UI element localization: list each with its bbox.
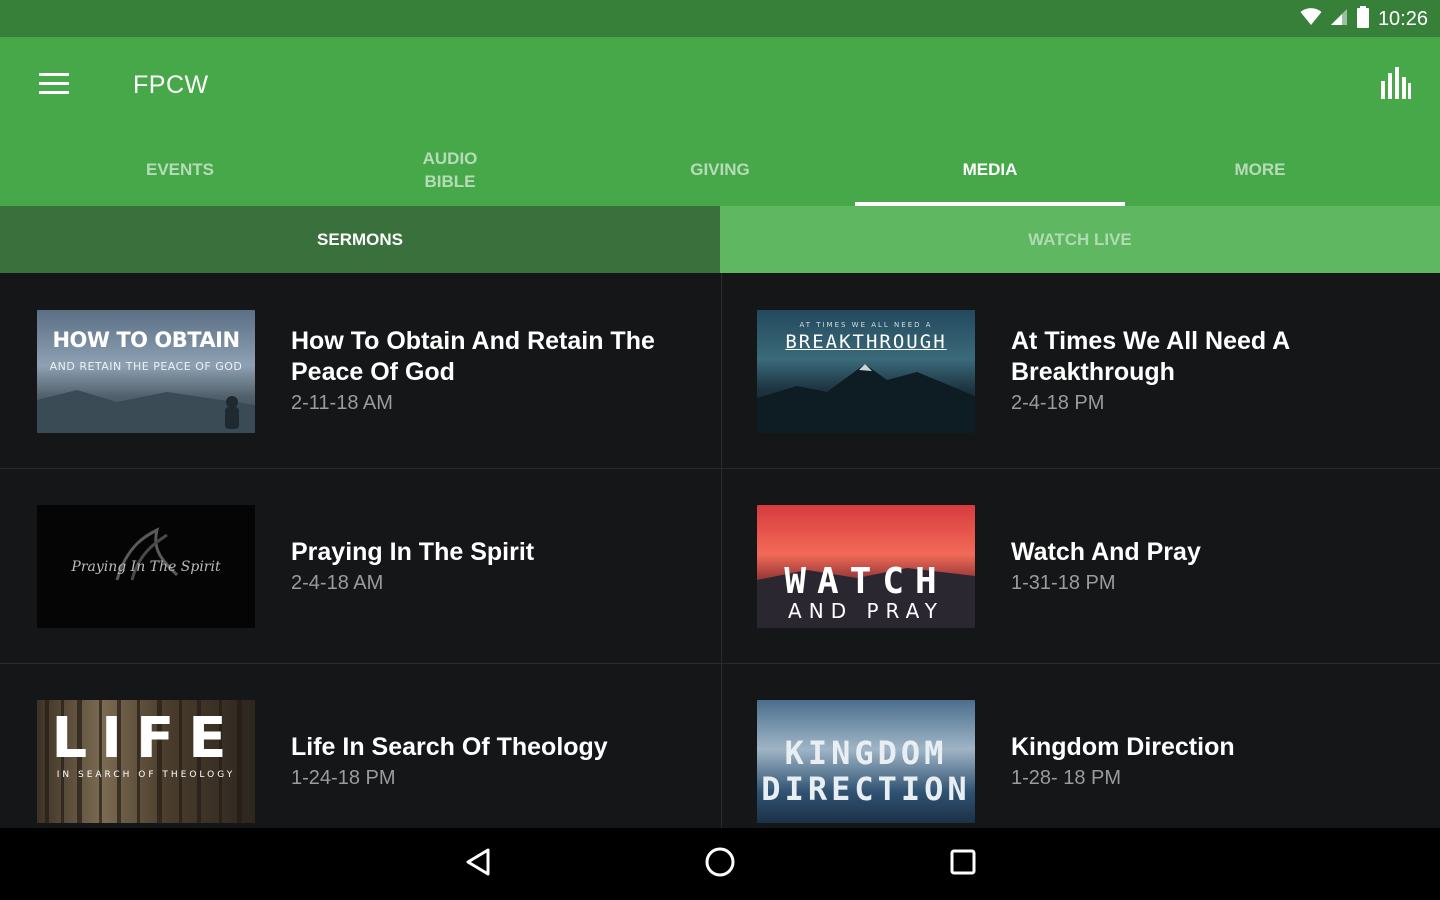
tab-events[interactable]: EVENTS <box>45 133 315 206</box>
subtab-sermons[interactable]: SERMONS <box>0 206 720 273</box>
thumbnail-subtitle: AND PRAY <box>788 599 944 623</box>
recents-button[interactable] <box>933 840 993 888</box>
thumbnail-title: WATCH <box>784 561 948 602</box>
sermon-grid: HOW TO OBTAIN AND RETAIN THE PEACE OF GO… <box>0 273 1440 828</box>
app-title: FPCW <box>133 71 209 99</box>
thumbnail-subtitle: IN SEARCH OF THEOLOGY <box>56 770 236 780</box>
signal-icon <box>1330 8 1348 31</box>
home-button[interactable] <box>690 840 750 888</box>
sermon-date: 2-4-18 AM <box>291 571 384 594</box>
sermon-title: Kingdom Direction <box>1011 732 1235 761</box>
sermon-title: Praying In The Spirit <box>291 537 535 566</box>
status-time: 10:26 <box>1377 7 1428 30</box>
system-nav-bar <box>0 828 1440 900</box>
thumbnail-title: HOW TO OBTAIN <box>52 328 240 352</box>
sermon-date: 1-28- 18 PM <box>1011 766 1122 789</box>
sermon-thumbnail: LIFE IN SEARCH OF THEOLOGY <box>37 700 255 823</box>
sermon-info: How To Obtain And Retain The Peace Of Go… <box>291 273 700 468</box>
sub-tabs: SERMONS WATCH LIVE <box>0 206 1440 273</box>
sermon-card[interactable]: AT TIMES WE ALL NEED A BREAKTHROUGH At T… <box>720 273 1440 468</box>
back-icon <box>464 847 492 882</box>
thumbnail-title: Praying In The Spirit <box>71 559 221 575</box>
sermon-date: 1-31-18 PM <box>1011 571 1116 594</box>
sermon-thumbnail: WATCH AND PRAY <box>757 505 975 628</box>
thumbnail-subtitle: AT TIMES WE ALL NEED A <box>799 321 933 329</box>
app-bar: FPCW <box>0 37 1440 133</box>
bar-chart-icon <box>1381 66 1411 104</box>
wifi-icon <box>1300 7 1322 31</box>
tab-media[interactable]: MEDIA <box>855 133 1125 206</box>
sermon-info: Kingdom Direction 1-28- 18 PM <box>1011 663 1420 828</box>
sermon-date: 1-24-18 PM <box>291 766 396 789</box>
thumbnail-title: BREAKTHROUGH <box>785 331 947 353</box>
sermon-info: Life In Search Of Theology 1-24-18 PM <box>291 663 700 828</box>
battery-icon <box>1356 5 1370 33</box>
status-icons: 10:26 <box>1300 5 1428 33</box>
sermon-card[interactable]: WATCH AND PRAY Watch And Pray 1-31-18 PM <box>720 468 1440 663</box>
recents-icon <box>949 848 977 881</box>
thumbnail-subtitle: DIRECTION <box>761 770 971 808</box>
sermon-date: 2-11-18 AM <box>291 392 393 414</box>
sermon-info: Praying In The Spirit 2-4-18 AM <box>291 468 700 663</box>
sermon-title: How To Obtain And Retain The Peace Of Go… <box>291 327 655 386</box>
sermon-thumbnail: KINGDOM DIRECTION <box>757 700 975 823</box>
hamburger-icon <box>39 72 69 99</box>
sermon-thumbnail: AT TIMES WE ALL NEED A BREAKTHROUGH <box>757 310 975 433</box>
back-button[interactable] <box>448 840 508 888</box>
sermon-card[interactable]: Praying In The Spirit Praying In The Spi… <box>0 468 720 663</box>
subtab-watch-live[interactable]: WATCH LIVE <box>720 206 1440 273</box>
sermon-title: Life In Search Of Theology <box>291 732 608 761</box>
tab-audio-bible[interactable]: AUDIO BIBLE <box>315 133 585 206</box>
menu-button[interactable] <box>24 65 84 105</box>
sermon-thumbnail: HOW TO OBTAIN AND RETAIN THE PEACE OF GO… <box>37 310 255 433</box>
thumbnail-subtitle: AND RETAIN THE PEACE OF GOD <box>49 360 243 373</box>
sermon-title: At Times We All Need A Breakthrough <box>1011 327 1290 386</box>
status-bar: 10:26 <box>0 0 1440 37</box>
sermon-info: At Times We All Need A Breakthrough 2-4-… <box>1011 273 1420 468</box>
tab-giving[interactable]: GIVING <box>585 133 855 206</box>
sermon-date: 2-4-18 PM <box>1011 392 1105 414</box>
sermon-title: Watch And Pray <box>1011 537 1201 566</box>
sermon-thumbnail: Praying In The Spirit <box>37 505 255 628</box>
thumbnail-title: KINGDOM <box>784 734 948 772</box>
tab-more[interactable]: MORE <box>1125 133 1395 206</box>
home-icon <box>704 846 736 883</box>
thumbnail-title: LIFE <box>51 706 241 771</box>
sermon-card[interactable]: LIFE IN SEARCH OF THEOLOGY Life In Searc… <box>0 663 720 828</box>
stats-button[interactable] <box>1374 65 1418 105</box>
sermon-card[interactable]: KINGDOM DIRECTION Kingdom Direction 1-28… <box>720 663 1440 828</box>
sermon-card[interactable]: HOW TO OBTAIN AND RETAIN THE PEACE OF GO… <box>0 273 720 468</box>
sermon-info: Watch And Pray 1-31-18 PM <box>1011 468 1420 663</box>
main-tabs: EVENTS AUDIO BIBLE GIVING MEDIA MORE <box>0 133 1440 206</box>
